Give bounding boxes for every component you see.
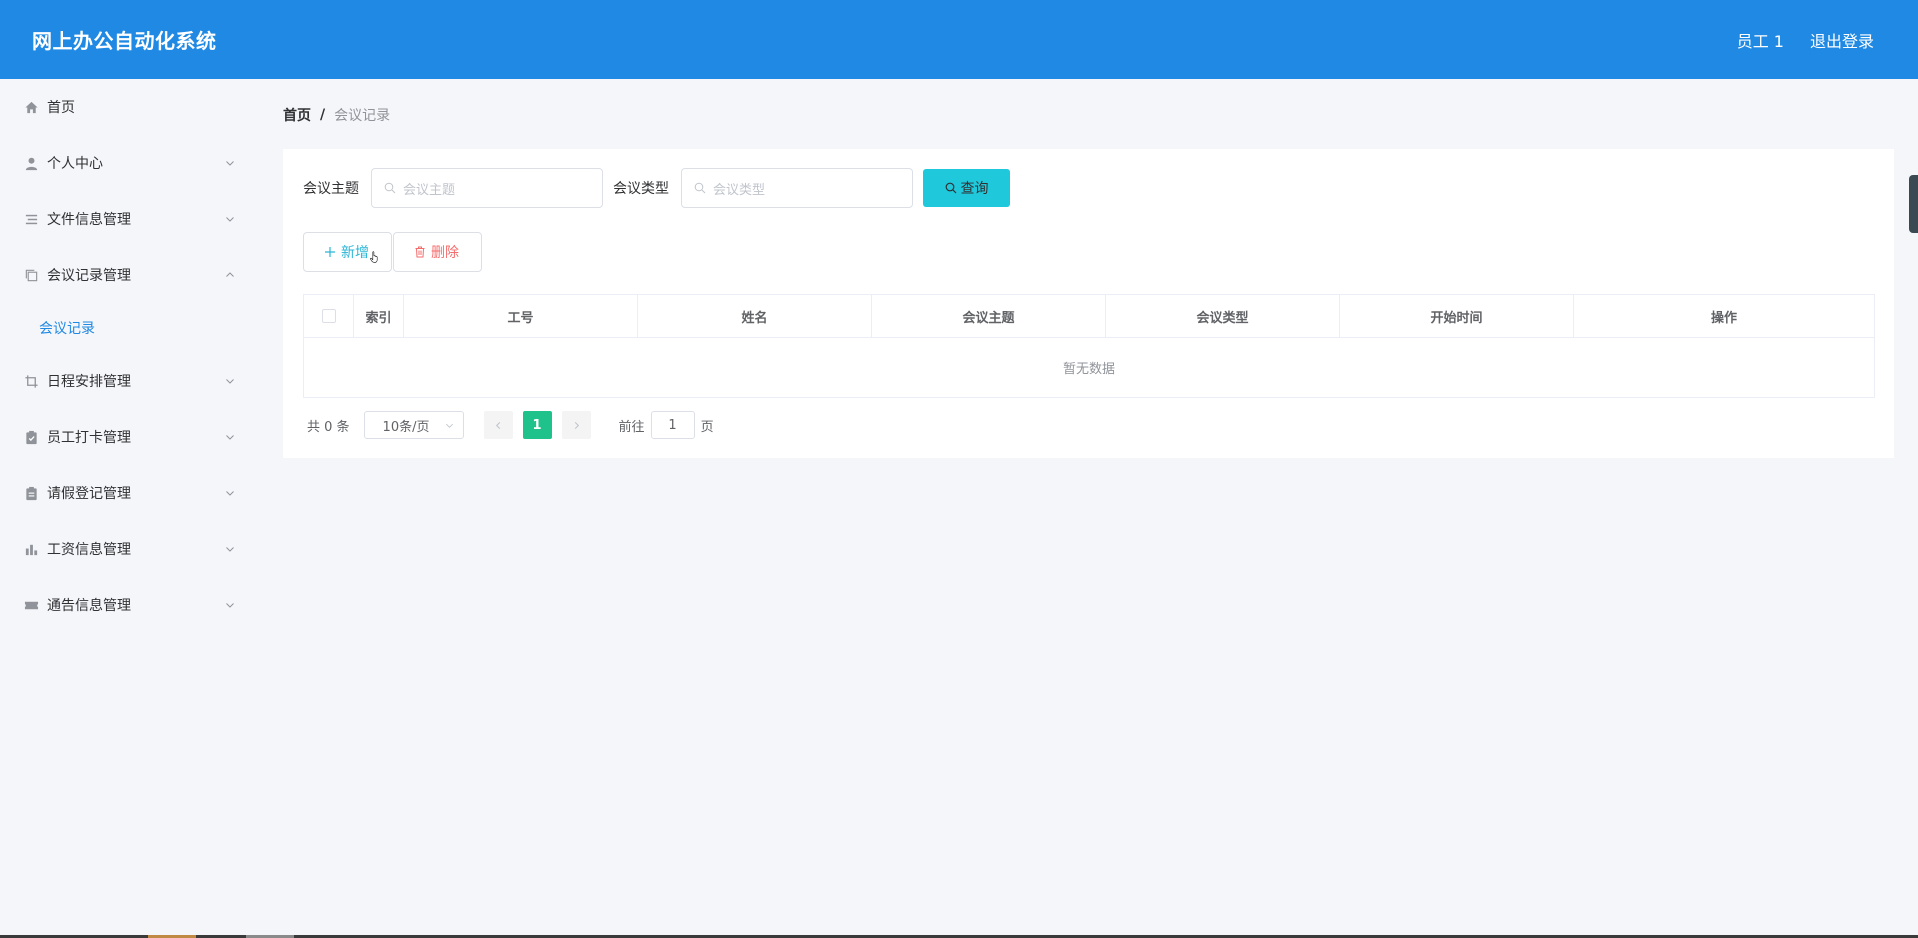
sidebar-item-label: 日程安排管理 (47, 374, 131, 390)
sidebar-item-notice-management[interactable]: 通告信息管理 (0, 577, 255, 633)
chevron-down-icon (225, 214, 235, 224)
sidebar-item-label: 请假登记管理 (47, 486, 131, 502)
pagination: 共 0 条 10条/页 1 前往 1 页 (307, 411, 714, 439)
sidebar-item-schedule-management[interactable]: 日程安排管理 (0, 353, 255, 409)
home-icon (22, 100, 40, 115)
goto-page-input[interactable]: 1 (650, 411, 695, 439)
add-button[interactable]: 新增 (303, 232, 392, 272)
query-button[interactable]: 查询 (923, 169, 1010, 207)
sidebar-item-attendance-management[interactable]: 员工打卡管理 (0, 409, 255, 465)
chevron-left-icon (495, 421, 500, 429)
chevron-right-icon (574, 421, 579, 429)
page-jumper: 前往 1 页 (619, 411, 714, 439)
sidebar-item-label: 首页 (47, 100, 75, 116)
breadcrumb: 首页 / 会议记录 (283, 79, 1894, 148)
page-size-select[interactable]: 10条/页 (363, 411, 464, 439)
chevron-down-icon (225, 376, 235, 386)
chevron-up-icon (225, 270, 235, 280)
header-user-area: 员工 1 退出登录 (1737, 28, 1874, 52)
column-header-meeting-type: 会议类型 (1106, 295, 1340, 337)
delete-button[interactable]: 删除 (393, 232, 482, 272)
page-size-value: 10条/页 (382, 419, 430, 435)
bar-chart-icon (22, 542, 40, 557)
ticket-icon (22, 598, 40, 613)
table-header: 索引 工号 姓名 会议主题 会议类型 开始时间 操作 (304, 295, 1874, 338)
user-icon (22, 156, 40, 171)
sidebar-item-label: 员工打卡管理 (47, 430, 131, 446)
logout-link[interactable]: 退出登录 (1810, 28, 1874, 52)
sidebar-item-personal-center[interactable]: 个人中心 (0, 135, 255, 191)
sidebar-item-label: 个人中心 (47, 156, 103, 172)
sidebar-item-meeting-management[interactable]: 会议记录管理 (0, 247, 255, 303)
meeting-topic-placeholder: 会议主题 (403, 182, 456, 198)
column-header-meeting-topic: 会议主题 (872, 295, 1106, 337)
copy-icon (22, 268, 40, 283)
column-header-start-time: 开始时间 (1340, 295, 1574, 337)
app-title: 网上办公自动化系统 (32, 29, 217, 53)
sidebar-item-label: 通告信息管理 (47, 598, 131, 614)
meeting-type-placeholder: 会议类型 (713, 182, 766, 198)
column-header-employee-no: 工号 (404, 295, 638, 337)
sidebar-item-file-management[interactable]: 文件信息管理 (0, 191, 255, 247)
select-all-cell (304, 295, 354, 337)
chevron-down-icon (225, 544, 235, 554)
main-content: 首页 / 会议记录 会议主题 会议主题 会议类型 会议类型 查询 新增 删除 索… (283, 79, 1894, 458)
page-suffix-label: 页 (700, 419, 714, 435)
list-icon (22, 212, 40, 227)
breadcrumb-current: 会议记录 (334, 107, 391, 124)
hand-cursor-icon (370, 251, 378, 263)
content-card: 会议主题 会议主题 会议类型 会议类型 查询 新增 删除 索引 工号 姓名 会议… (283, 149, 1894, 458)
search-icon (945, 182, 956, 194)
add-button-label: 新增 (341, 245, 369, 261)
meeting-type-label: 会议类型 (613, 181, 669, 197)
trash-icon (415, 246, 425, 258)
column-header-actions: 操作 (1710, 310, 1737, 326)
prev-page-button[interactable] (483, 411, 513, 439)
search-icon (694, 182, 706, 194)
column-header-index: 索引 (354, 295, 404, 337)
query-button-label: 查询 (960, 181, 989, 197)
search-icon (384, 182, 396, 194)
clipboard-icon (22, 486, 40, 501)
chevron-down-icon (445, 423, 453, 428)
plus-icon (325, 247, 335, 257)
meeting-records-table: 索引 工号 姓名 会议主题 会议类型 开始时间 操作 暂无数据 (303, 294, 1875, 398)
sidebar-subitem-meeting-records[interactable]: 会议记录 (0, 303, 255, 353)
current-user-label: 员工 1 (1736, 31, 1784, 51)
sidebar-item-home[interactable]: 首页 (0, 79, 255, 135)
sidebar-menu: 首页 个人中心 文件信息管理 会议记录管理 会议记录 日程安排管理 员工打卡管理… (0, 79, 255, 938)
breadcrumb-separator: / (320, 106, 326, 123)
goto-label: 前往 (618, 419, 645, 435)
chevron-down-icon (225, 600, 235, 610)
delete-button-label: 删除 (431, 245, 459, 261)
select-all-checkbox[interactable] (321, 309, 336, 323)
chevron-down-icon (225, 488, 235, 498)
sidebar-item-leave-management[interactable]: 请假登记管理 (0, 465, 255, 521)
column-header-name: 姓名 (638, 295, 872, 337)
meeting-topic-label: 会议主题 (303, 181, 359, 197)
sidebar-item-salary-management[interactable]: 工资信息管理 (0, 521, 255, 577)
breadcrumb-home[interactable]: 首页 (283, 105, 311, 125)
next-page-button[interactable] (561, 411, 591, 439)
chevron-down-icon (225, 158, 235, 168)
meeting-type-input[interactable]: 会议类型 (681, 168, 913, 208)
floating-side-tab[interactable] (1909, 175, 1918, 233)
action-buttons: 新增 删除 (303, 232, 482, 272)
sidebar-item-label: 会议记录管理 (47, 268, 131, 284)
sidebar-item-label: 工资信息管理 (47, 542, 131, 558)
pagination-total: 共 0 条 (307, 419, 350, 435)
meeting-topic-input[interactable]: 会议主题 (371, 168, 603, 208)
page-number-current[interactable]: 1 (522, 411, 552, 439)
chevron-down-icon (225, 432, 235, 442)
crop-icon (22, 374, 40, 389)
search-form: 会议主题 会议主题 会议类型 会议类型 查询 (303, 168, 1010, 208)
sidebar-item-label: 文件信息管理 (47, 212, 131, 228)
clipboard-check-icon (22, 430, 40, 445)
empty-table-message: 暂无数据 (1062, 362, 1115, 377)
top-header: 网上办公自动化系统 员工 1 退出登录 (0, 0, 1918, 79)
